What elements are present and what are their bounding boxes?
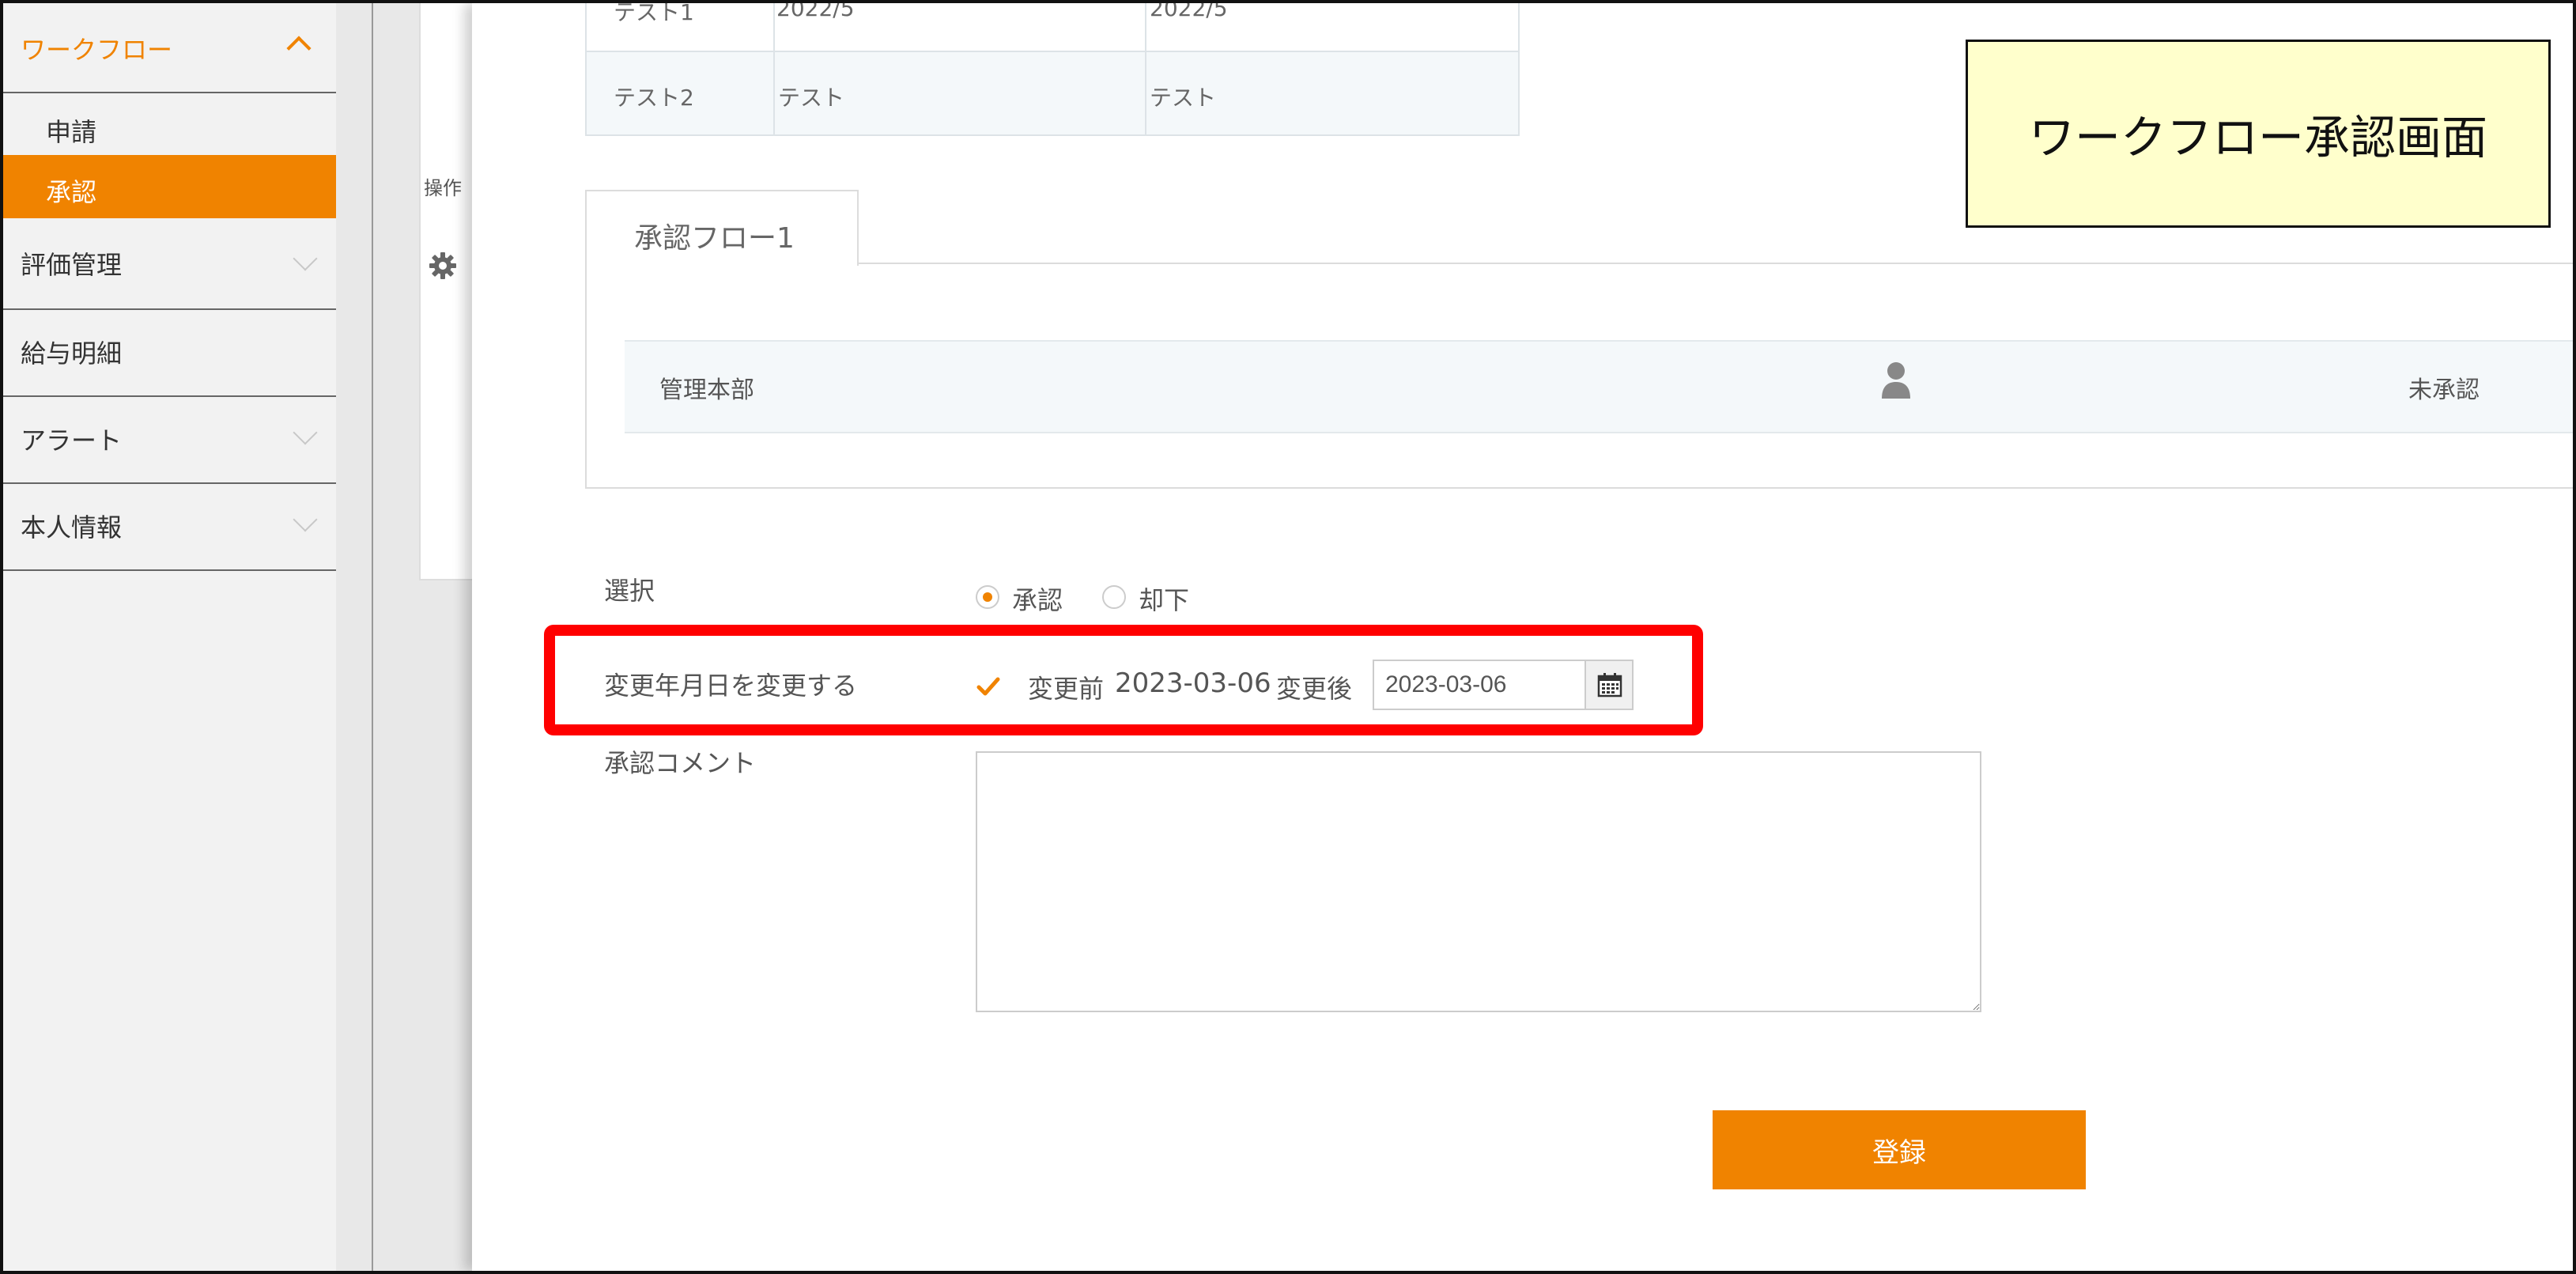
callout-text: ワークフロー承認画面 [2028,111,2487,164]
chevron-up-icon [286,36,312,61]
chevron-down-icon [293,420,318,445]
sidebar-subitem-approve[interactable]: 承認 [3,155,336,218]
radio-reject[interactable] [1102,585,1126,609]
table-cell: テスト [1145,51,1520,136]
radio-approve-label[interactable]: 承認 [1012,580,1063,617]
screen-title-callout: ワークフロー承認画面 [1966,40,2551,228]
sidebar-item-label: 評価管理 [21,250,123,280]
after-date-input[interactable] [1373,660,1586,710]
sidebar-subitem-label: 申請 [46,117,97,147]
before-date-value: 2023-03-06 [1115,667,1271,699]
divider [372,3,373,1271]
table-cell: テスト1 [585,0,775,52]
table-cell: 2022/5 [1145,0,1520,52]
approval-comment-textarea[interactable] [976,751,1981,1012]
sidebar-subitem-label: 承認 [46,177,97,207]
calendar-button[interactable] [1585,660,1634,710]
sidebar: ワークフロー 申請 承認 評価管理 給与明細 アラート 本人情報 [3,3,336,1271]
before-date-label: 変更前 [1028,674,1105,704]
chevron-down-icon [293,246,318,271]
select-label: 選択 [604,576,655,606]
sidebar-item-personal-info[interactable]: 本人情報 [3,484,336,571]
gear-icon[interactable] [427,250,459,282]
sidebar-item-label: 本人情報 [21,512,123,542]
after-date-label: 変更後 [1276,674,1353,704]
sidebar-item-evaluation[interactable]: 評価管理 [3,221,336,310]
radio-reject-label[interactable]: 却下 [1139,580,1189,617]
change-date-label: 変更年月日を変更する [604,671,858,701]
sidebar-item-label: アラート [21,425,123,456]
sidebar-item-payslip[interactable]: 給与明細 [3,310,336,397]
sidebar-item-alert[interactable]: アラート [3,397,336,484]
tab-label: 承認フロー1 [634,222,795,255]
sidebar-subitem-apply[interactable]: 申請 [3,95,336,158]
chevron-down-icon [293,507,318,532]
radio-approve[interactable] [976,585,999,609]
sidebar-item-label: ワークフロー [21,35,173,65]
sidebar-item-workflow[interactable]: ワークフロー [3,3,336,93]
department-name: 管理本部 [659,376,754,404]
background-table [419,3,474,580]
tab-approval-flow-1[interactable]: 承認フロー1 [585,190,859,266]
sidebar-item-label: 給与明細 [21,338,123,369]
table-cell: テスト2 [585,51,775,136]
user-icon [1882,362,1910,399]
register-button[interactable]: 登録 [1713,1110,2086,1189]
calendar-icon [1597,673,1622,697]
approval-flow-row: 管理本部 未承認 [625,340,2576,433]
table-cell: 2022/5 [773,0,1146,52]
approval-status: 未承認 [2408,376,2480,404]
checkmark-icon[interactable] [976,674,1001,699]
ops-column-header: 操作 [424,177,462,199]
table-cell: テスト [773,51,1146,136]
comment-label: 承認コメント [604,748,757,778]
